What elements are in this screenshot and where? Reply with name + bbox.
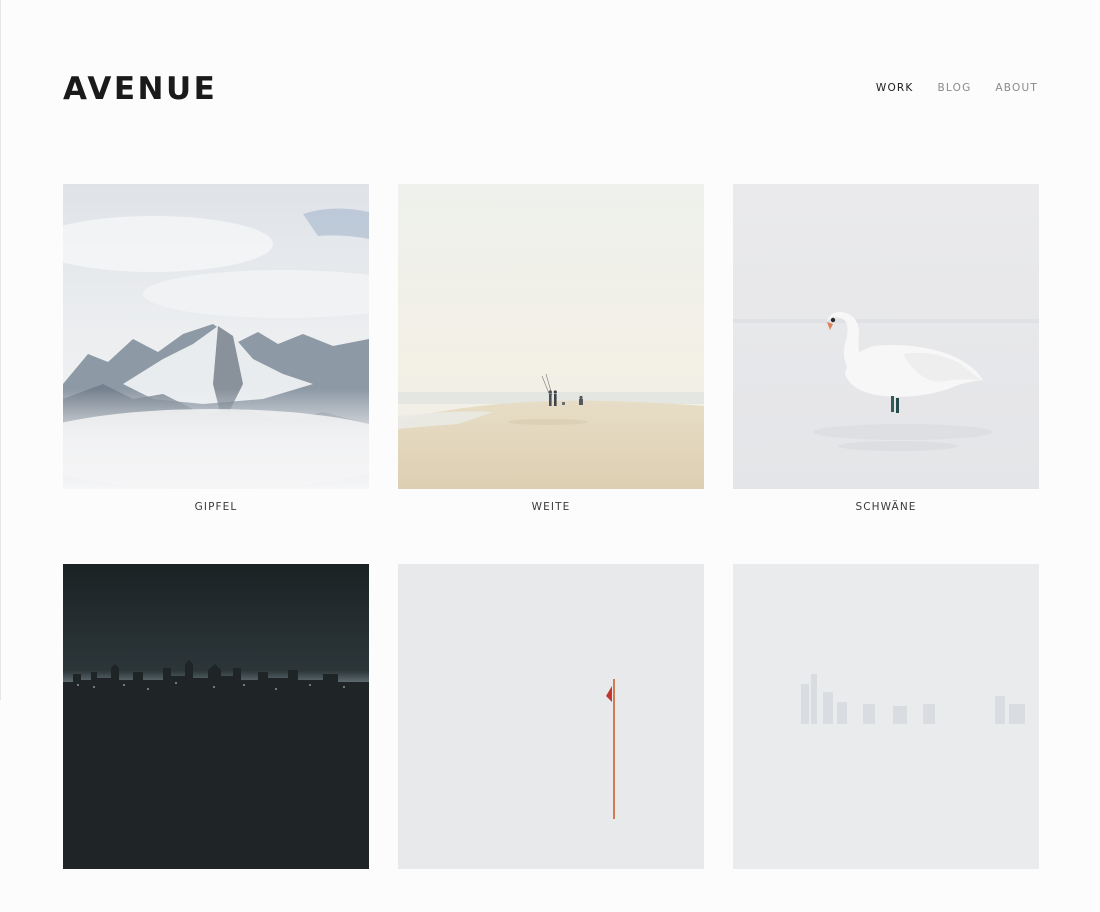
gallery-image-mountains[interactable] — [63, 184, 369, 489]
nav-item-blog[interactable]: BLOG — [938, 80, 972, 96]
site-logo[interactable]: AVENUE — [63, 69, 217, 109]
gallery-grid: GIPFEL WEITE SCHWÄNE — [63, 184, 1039, 912]
gallery-card-flag[interactable] — [398, 564, 704, 912]
gallery-image-city[interactable] — [63, 564, 369, 869]
gallery-card-skyline[interactable] — [733, 564, 1039, 912]
gallery-title[interactable]: SCHWÄNE — [733, 501, 1039, 532]
gallery-card-city[interactable] — [63, 564, 369, 912]
gallery-image-beach[interactable] — [398, 184, 704, 489]
gallery-card-schwaene[interactable]: SCHWÄNE — [733, 184, 1039, 532]
gallery-card-gipfel[interactable]: GIPFEL — [63, 184, 369, 532]
gallery-title[interactable]: WEITE — [398, 501, 704, 532]
nav-item-work[interactable]: WORK — [876, 80, 914, 96]
main-nav: WORK BLOG ABOUT — [876, 80, 1038, 96]
site-header: AVENUE WORK BLOG ABOUT — [63, 66, 1038, 110]
gallery-card-weite[interactable]: WEITE — [398, 184, 704, 532]
page-edge — [0, 0, 1, 700]
gallery-title[interactable] — [63, 881, 369, 912]
gallery-title[interactable] — [398, 881, 704, 912]
gallery-title[interactable] — [733, 881, 1039, 912]
gallery-image-skyline[interactable] — [733, 564, 1039, 869]
nav-item-about[interactable]: ABOUT — [995, 80, 1038, 96]
gallery-image-swan[interactable] — [733, 184, 1039, 489]
gallery-title[interactable]: GIPFEL — [63, 501, 369, 532]
gallery-image-flag[interactable] — [398, 564, 704, 869]
